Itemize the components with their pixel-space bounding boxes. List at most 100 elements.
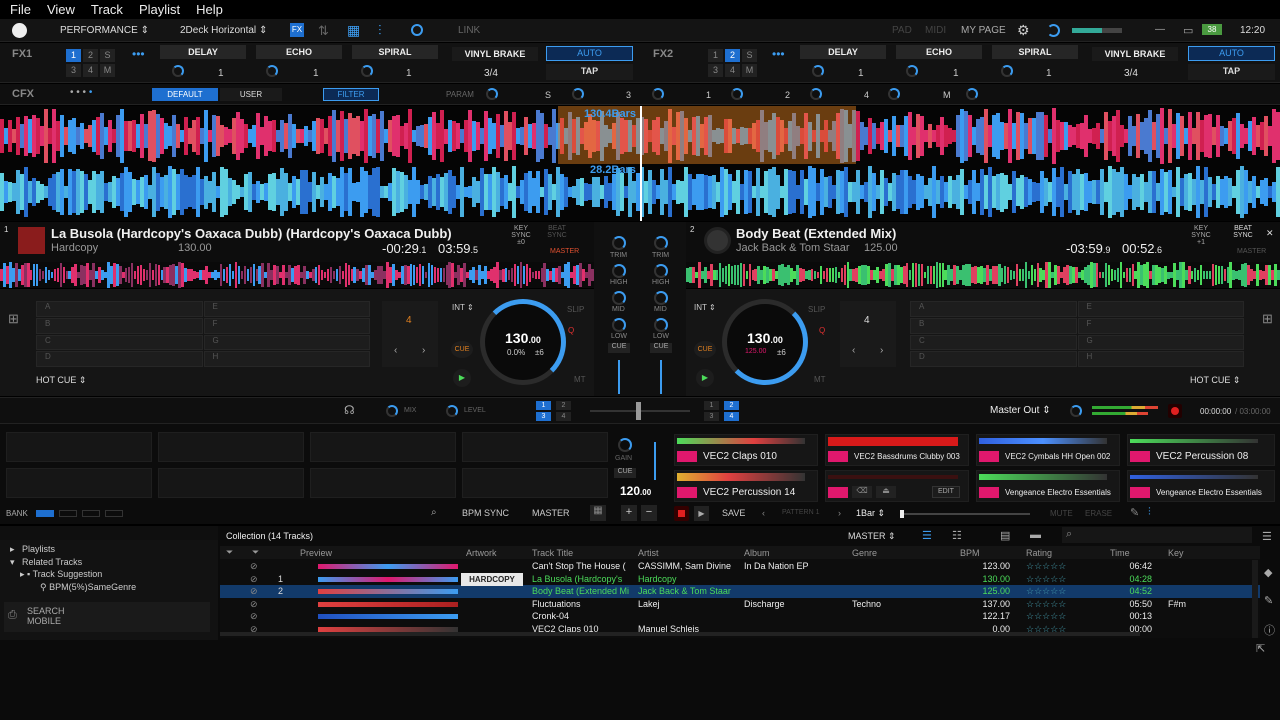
pad-grid-icon[interactable]: ⊞	[8, 311, 19, 327]
preview-waveform[interactable]	[318, 589, 458, 595]
menu-file[interactable]: File	[10, 2, 31, 17]
headphone-level-knob[interactable]	[446, 405, 458, 417]
ch2-fader[interactable]	[660, 360, 662, 394]
fx1-tap-button[interactable]: TAP	[546, 64, 633, 80]
col-bpm[interactable]: BPM	[960, 548, 980, 558]
col-key[interactable]: Key	[1168, 548, 1184, 558]
deck1-loop-halve-icon[interactable]: ‹	[394, 345, 397, 356]
sampler-grid-icon[interactable]: ▦	[347, 22, 360, 39]
table-row[interactable]: Fluctuations Lakej Discharge Techno 137.00 05…	[220, 598, 1260, 611]
sampler-empty-slot-5[interactable]	[6, 468, 152, 498]
deck2-pad-g[interactable]: G	[1077, 334, 1244, 351]
fx1-assign-2[interactable]: 2	[83, 49, 98, 62]
layout-select[interactable]: 2Deck Horizontal ⇕	[180, 25, 267, 36]
fx2-assign-s[interactable]: S	[742, 49, 757, 62]
master-level-knob[interactable]	[1070, 405, 1082, 417]
fx1-slot1-select[interactable]: DELAY	[160, 45, 246, 59]
deck1-beat-sync-button[interactable]: BEAT SYNC	[544, 225, 570, 239]
sequence-mute-button[interactable]: MUTE	[1050, 509, 1073, 518]
deck1-overview-waveform[interactable]	[0, 262, 594, 288]
menu-view[interactable]: View	[47, 2, 75, 17]
sampler-slot-4-play-icon[interactable]	[1130, 451, 1150, 462]
cfx-knob-4[interactable]	[888, 88, 900, 100]
deck1-pad-c[interactable]: C	[36, 334, 203, 351]
deck2-slip-button[interactable]: SLIP	[808, 305, 825, 314]
sampler-master-button[interactable]: MASTER	[532, 508, 570, 518]
menu-track[interactable]: Track	[91, 2, 123, 17]
deck1-pad-a[interactable]: A	[36, 301, 203, 317]
sampler-slot-6[interactable]: ⌫ ⏏ EDIT	[825, 470, 969, 502]
ch2-mid-knob[interactable]	[654, 291, 668, 305]
rating-stars-icon[interactable]: ☆☆☆☆☆	[1026, 573, 1066, 586]
fx1-beat-select[interactable]: VINYL BRAKE	[452, 47, 538, 61]
fx1-assign-m[interactable]: M	[100, 64, 115, 77]
sampler-slot-7-play-icon[interactable]	[979, 487, 999, 498]
col-track-title[interactable]: Track Title	[532, 548, 573, 558]
mypage-button[interactable]: MY PAGE	[961, 25, 1006, 36]
fx1-assign-s[interactable]: S	[100, 49, 115, 62]
xf-right-3[interactable]: 3	[704, 412, 719, 421]
sampler-slot-3[interactable]: VEC2 Cymbals HH Open 002	[976, 434, 1120, 466]
deck1-pad-e[interactable]: E	[203, 301, 370, 317]
menu-help[interactable]: Help	[196, 2, 223, 17]
ch1-cue-button[interactable]: CUE	[608, 343, 630, 353]
deck1-pad-d[interactable]: D	[36, 351, 203, 367]
deck2-pad-e[interactable]: E	[1077, 301, 1244, 317]
info-icon[interactable]: ⓘ	[1264, 622, 1275, 638]
pattern-next-icon[interactable]: ›	[838, 508, 841, 518]
deck1-jog-wheel[interactable]: 130.00 0.0% ±6	[480, 299, 566, 385]
gear-icon[interactable]: ⚙	[1017, 22, 1030, 39]
sampler-empty-slot-6[interactable]	[158, 468, 304, 498]
fx-toggle-icon[interactable]: FX	[290, 23, 304, 37]
deck1-pad-b[interactable]: B	[36, 317, 203, 334]
rating-stars-icon[interactable]: ☆☆☆☆☆	[1026, 585, 1066, 598]
fx1-assign-3[interactable]: 3	[66, 64, 81, 77]
table-scrollbar[interactable]	[1252, 560, 1258, 638]
deck2-loop-halve-icon[interactable]: ‹	[852, 345, 855, 356]
preview-waveform[interactable]	[318, 601, 458, 607]
cfx-user-tab[interactable]: USER	[220, 88, 282, 101]
fx2-assign-3[interactable]: 3	[708, 64, 723, 77]
crossfader-handle[interactable]	[636, 402, 641, 420]
deck2-pad-b[interactable]: B	[910, 317, 1077, 334]
fx2-slot3-select[interactable]: SPIRAL	[992, 45, 1078, 59]
search-icon[interactable]: ⌕	[431, 507, 437, 518]
sampler-slot-2-play-icon[interactable]	[828, 451, 848, 462]
sequence-length-select[interactable]: 1Bar ⇕	[856, 508, 885, 519]
rating-stars-icon[interactable]: ☆☆☆☆☆	[1026, 598, 1066, 611]
ch1-low-knob[interactable]	[612, 318, 626, 332]
filter-icon-2[interactable]: ⏷	[252, 547, 259, 558]
minimize-icon[interactable]: —	[1155, 24, 1165, 35]
fx1-slot2-knob[interactable]	[266, 65, 278, 77]
sampler-slot-6-eraser-icon[interactable]: ⌫	[852, 486, 872, 498]
browser-master-select[interactable]: MASTER ⇕	[848, 531, 896, 542]
cfx-knob-3[interactable]	[652, 88, 664, 100]
tree-item-related-tracks[interactable]: ▾ Related Tracks	[10, 557, 82, 568]
tree-item-track-suggestion[interactable]: ▸ ▪ Track Suggestion	[20, 569, 102, 580]
fx1-more-icon[interactable]: •••	[132, 47, 145, 61]
fx2-beat-select[interactable]: VINYL BRAKE	[1092, 47, 1178, 61]
record-button[interactable]	[1168, 404, 1182, 418]
table-row[interactable]: Can't Stop The House (CASSIMM, Sam Divin…	[220, 560, 1260, 573]
xf-left-1[interactable]: 1	[536, 401, 551, 410]
maximize-icon[interactable]: ▭	[1183, 24, 1193, 37]
pad-grid-icon[interactable]: ⊞	[1262, 311, 1273, 327]
sampler-grid-icon[interactable]: ▦	[590, 505, 606, 521]
deck1-mt-button[interactable]: MT	[574, 375, 586, 384]
fx2-assign-m[interactable]: M	[742, 64, 757, 77]
preview-waveform[interactable]	[318, 614, 458, 620]
sampler-slot-4[interactable]: VEC2 Percussion 08	[1127, 434, 1275, 466]
deck1-pad-f[interactable]: F	[203, 317, 370, 334]
rating-stars-icon[interactable]: ☆☆☆☆☆	[1026, 560, 1066, 573]
preview-waveform[interactable]	[318, 564, 458, 569]
sampler-slot-5[interactable]: VEC2 Percussion 14	[674, 470, 818, 502]
sampler-remove-icon[interactable]: −	[641, 505, 657, 521]
deck2-pad-f[interactable]: F	[1077, 317, 1244, 334]
sequence-edit-icon[interactable]: ✎	[1130, 506, 1139, 519]
deck1-master-button[interactable]: MASTER	[550, 248, 579, 255]
fx2-slot2-select[interactable]: ECHO	[896, 45, 982, 59]
edit-icon[interactable]: ✎	[1264, 594, 1273, 607]
tree-item-playlists[interactable]: ▸ Playlists	[10, 544, 55, 555]
ch2-cue-button[interactable]: CUE	[650, 343, 672, 353]
fx2-slot2-knob[interactable]	[906, 65, 918, 77]
